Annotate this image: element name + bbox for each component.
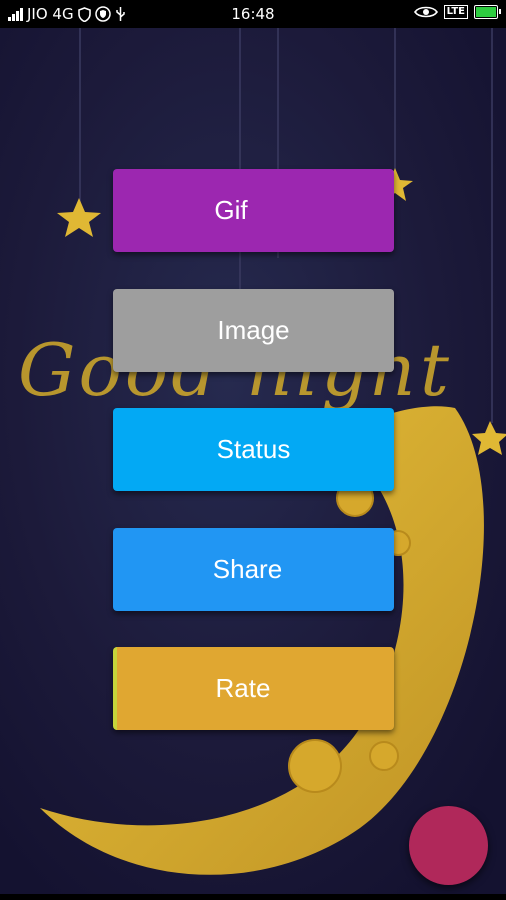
rate-button-label: Rate	[215, 673, 271, 703]
image-button-label: Image	[217, 315, 290, 345]
lte-icon: LTE	[443, 5, 468, 19]
gif-button[interactable]: Gif	[113, 169, 394, 252]
status-bar: JIO 4G 16:48 LTE	[0, 0, 506, 28]
rate-button[interactable]: Rate	[113, 647, 394, 730]
status-button[interactable]: Status	[113, 408, 394, 491]
battery-charging-icon	[474, 5, 501, 19]
status-button-label: Status	[216, 434, 291, 464]
app-screen: JIO 4G 16:48 LTE Gif Image Status Share …	[0, 0, 506, 900]
gif-button-label: Gif	[214, 195, 248, 225]
bottom-bar	[0, 894, 506, 900]
floating-action-button[interactable]	[409, 806, 488, 885]
eye-icon	[413, 6, 438, 18]
image-button[interactable]: Image	[113, 289, 394, 372]
share-button-label: Share	[212, 554, 283, 584]
share-button[interactable]: Share	[113, 528, 394, 611]
